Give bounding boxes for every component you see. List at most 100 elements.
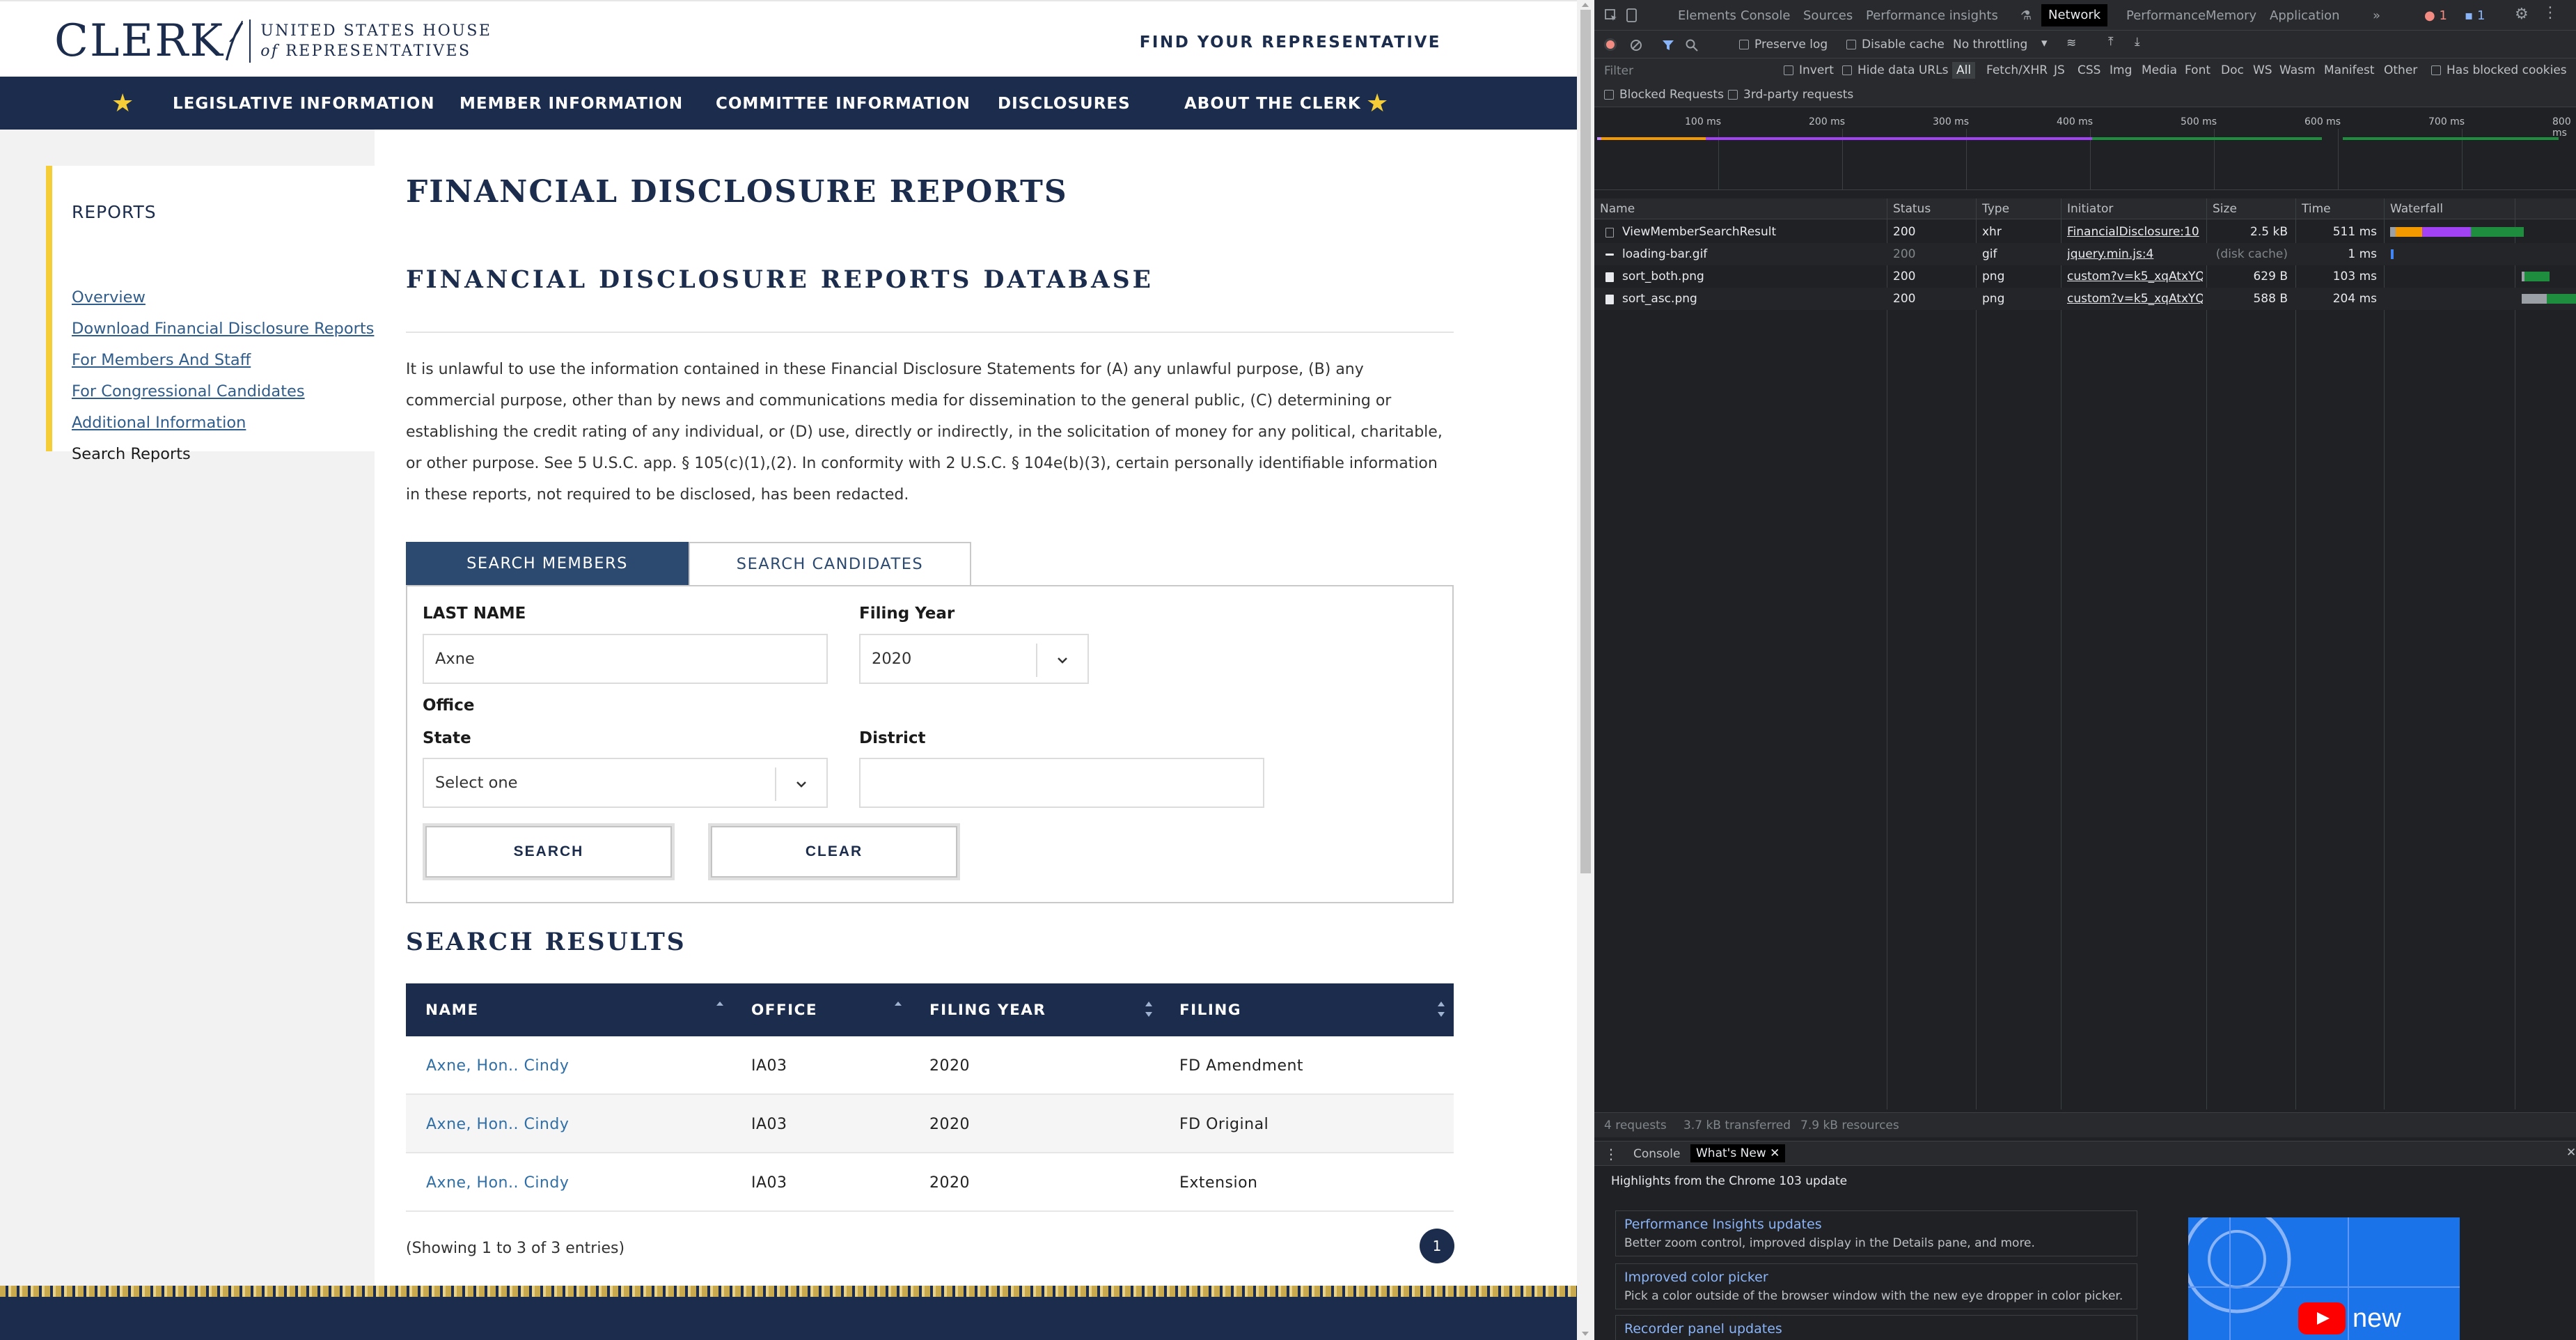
- filter-type-font[interactable]: Font: [2185, 63, 2210, 77]
- column-type[interactable]: Type: [1982, 202, 2009, 216]
- filter-type-fetch-xhr[interactable]: Fetch/XHR: [1986, 63, 2048, 77]
- column-header-filing[interactable]: FILING: [1179, 1002, 1241, 1019]
- filter-type-ws[interactable]: WS: [2253, 63, 2272, 77]
- drawer-menu-icon[interactable]: ⋮: [1604, 1146, 1618, 1162]
- nav-committee-information[interactable]: COMMITTEE INFORMATION: [716, 95, 971, 113]
- column-header-filing-year[interactable]: FILING YEAR: [929, 1002, 1046, 1019]
- sidebar-link-candidates[interactable]: For Congressional Candidates: [72, 382, 305, 400]
- sidebar-link-members-staff[interactable]: For Members And Staff: [72, 351, 251, 369]
- sidebar-link-download[interactable]: Download Financial Disclosure Reports: [72, 320, 374, 338]
- throttling-select[interactable]: No throttling: [1953, 38, 2027, 52]
- nav-disclosures[interactable]: DISCLOSURES: [998, 95, 1131, 113]
- search-icon[interactable]: [1685, 38, 1699, 52]
- column-size[interactable]: Size: [2213, 202, 2237, 216]
- invert-checkbox[interactable]: [1784, 65, 1793, 75]
- clear-log-icon[interactable]: [1629, 38, 1643, 52]
- column-time[interactable]: Time: [2302, 202, 2331, 216]
- network-row[interactable]: sort_asc.png 200 png custom?v=k5_xqAtxYQ…: [1594, 288, 2576, 310]
- filter-type-img[interactable]: Img: [2110, 63, 2132, 77]
- disable-cache-checkbox[interactable]: [1846, 40, 1856, 49]
- request-initiator-link[interactable]: custom?v=k5_xqAtxYQ...: [2067, 292, 2203, 306]
- devtools-tab-performance-insights[interactable]: Performance insights: [1866, 8, 1998, 23]
- column-header-office[interactable]: OFFICE: [751, 1002, 817, 1019]
- whats-new-card[interactable]: Recorder panel updates: [1615, 1315, 2137, 1340]
- last-name-input[interactable]: Axne: [423, 634, 828, 684]
- whats-new-card[interactable]: Improved color picker Pick a color outsi…: [1615, 1263, 2137, 1309]
- filing-year-select[interactable]: 2020: [859, 634, 1089, 684]
- whats-new-item-title[interactable]: Improved color picker: [1624, 1270, 2128, 1285]
- sort-asc-icon[interactable]: [893, 997, 903, 1021]
- filter-type-manifest[interactable]: Manifest: [2324, 63, 2375, 77]
- request-initiator-link[interactable]: FinancialDisclosure:10: [2067, 225, 2203, 239]
- nav-member-information[interactable]: MEMBER INFORMATION: [460, 95, 683, 113]
- whats-new-item-title[interactable]: Recorder panel updates: [1624, 1321, 2128, 1337]
- youtube-play-icon[interactable]: [2298, 1302, 2346, 1334]
- devtools-tab-memory[interactable]: Memory: [2206, 8, 2256, 23]
- network-row[interactable]: sort_both.png 200 png custom?v=k5_xqAtxY…: [1594, 265, 2576, 288]
- third-party-checkbox[interactable]: [1728, 90, 1738, 100]
- pagination-page-1[interactable]: 1: [1420, 1229, 1454, 1263]
- scrollbar-thumb[interactable]: [1580, 10, 1591, 873]
- column-status[interactable]: Status: [1893, 202, 1931, 216]
- filter-type-css[interactable]: CSS: [2078, 63, 2100, 77]
- devtools-tab-elements[interactable]: Elements: [1678, 8, 1736, 23]
- whats-new-video-thumbnail[interactable]: new: [2188, 1217, 2460, 1340]
- member-name-link[interactable]: Axne, Hon.. Cindy: [426, 1174, 569, 1192]
- filter-input[interactable]: Filter: [1604, 64, 1633, 78]
- tab-search-candidates[interactable]: SEARCH CANDIDATES: [689, 542, 971, 585]
- tab-search-members[interactable]: SEARCH MEMBERS: [406, 542, 689, 585]
- nav-about-the-clerk[interactable]: ABOUT THE CLERK: [1184, 95, 1361, 113]
- devtools-tab-console[interactable]: Console: [1741, 8, 1790, 23]
- filter-type-all[interactable]: All: [1952, 62, 1976, 79]
- error-badge[interactable]: ● 1: [2424, 8, 2447, 23]
- settings-gear-icon[interactable]: ⚙: [2515, 6, 2529, 23]
- clerk-logo[interactable]: CLERK UNITED STATES HOUSE of REPRESENTAT…: [54, 15, 492, 67]
- member-name-link[interactable]: Axne, Hon.. Cindy: [426, 1057, 569, 1075]
- filter-type-js[interactable]: JS: [2054, 63, 2065, 77]
- devtools-tab-performance[interactable]: Performance: [2126, 8, 2206, 23]
- export-har-icon[interactable]: ⤓: [2135, 35, 2140, 49]
- sort-both-icon[interactable]: [1144, 997, 1154, 1021]
- state-select[interactable]: Select one: [423, 758, 828, 808]
- has-blocked-cookies-checkbox[interactable]: [2431, 65, 2441, 75]
- search-button[interactable]: SEARCH: [423, 823, 675, 880]
- message-badge[interactable]: ▪ 1: [2465, 8, 2485, 23]
- column-waterfall[interactable]: Waterfall: [2390, 202, 2443, 216]
- nav-legislative-information[interactable]: LEGISLATIVE INFORMATION: [173, 95, 435, 113]
- network-row[interactable]: loading-bar.gif 200 gif jquery.min.js:4 …: [1594, 243, 2576, 265]
- hide-data-urls-checkbox[interactable]: [1842, 65, 1852, 75]
- import-har-icon[interactable]: ⤒: [2108, 35, 2114, 49]
- sort-both-icon[interactable]: [1436, 997, 1446, 1021]
- more-options-icon[interactable]: ⋮: [2543, 4, 2558, 22]
- request-initiator-link[interactable]: jquery.min.js:4: [2067, 247, 2203, 261]
- devtools-tab-sources[interactable]: Sources: [1803, 8, 1853, 23]
- district-input[interactable]: [859, 758, 1264, 808]
- more-tabs-icon[interactable]: »: [2373, 8, 2380, 23]
- blocked-requests-checkbox[interactable]: [1604, 90, 1614, 100]
- drawer-tab-whats-new[interactable]: What's New ✕: [1690, 1144, 1786, 1162]
- member-name-link[interactable]: Axne, Hon.. Cindy: [426, 1116, 569, 1133]
- sidebar-link-overview[interactable]: Overview: [72, 288, 146, 306]
- network-overview-timeline[interactable]: 100 ms 200 ms 300 ms 400 ms 500 ms 600 m…: [1594, 108, 2576, 190]
- scroll-down-arrow-icon[interactable]: [1582, 1332, 1589, 1336]
- devtools-tab-application[interactable]: Application: [2270, 8, 2340, 23]
- drawer-tab-console[interactable]: Console: [1633, 1147, 1681, 1161]
- preserve-log-checkbox[interactable]: [1739, 40, 1749, 49]
- whats-new-card[interactable]: Performance Insights updates Better zoom…: [1615, 1210, 2137, 1256]
- filter-type-other[interactable]: Other: [2384, 63, 2417, 77]
- request-initiator-link[interactable]: custom?v=k5_xqAtxYQ...: [2067, 270, 2203, 283]
- sort-asc-icon[interactable]: [715, 997, 725, 1021]
- inspect-element-icon[interactable]: [1604, 8, 1618, 22]
- filter-type-media[interactable]: Media: [2142, 63, 2177, 77]
- column-initiator[interactable]: Initiator: [2067, 202, 2113, 216]
- filter-type-wasm[interactable]: Wasm: [2279, 63, 2316, 77]
- clear-button[interactable]: CLEAR: [708, 823, 960, 880]
- devtools-tab-network[interactable]: Network: [2041, 4, 2108, 26]
- network-row[interactable]: ViewMemberSearchResult 200 xhr Financial…: [1594, 221, 2576, 243]
- filter-icon[interactable]: [1661, 38, 1675, 52]
- close-icon[interactable]: ✕: [1770, 1146, 1780, 1160]
- record-icon[interactable]: [1604, 38, 1617, 51]
- filter-type-doc[interactable]: Doc: [2221, 63, 2244, 77]
- close-drawer-icon[interactable]: ✕: [2566, 1146, 2576, 1160]
- column-name[interactable]: Name: [1600, 202, 1635, 216]
